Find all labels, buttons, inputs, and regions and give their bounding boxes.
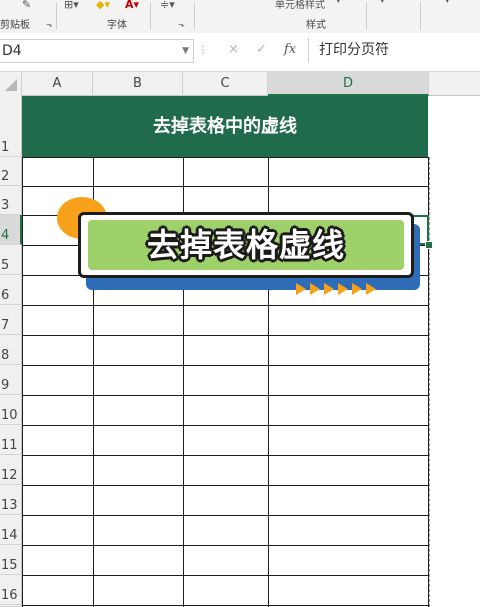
chevron-down-icon[interactable]: ▾ (380, 0, 385, 6)
row-header-3[interactable]: 3 (0, 186, 22, 215)
row-header-7[interactable]: 7 (0, 305, 22, 335)
row-header-5[interactable]: 5 (0, 245, 22, 275)
group-label-clipboard: 剪贴板 (0, 20, 30, 31)
formula-bar: D4 ▼ ⋮ × ✓ fx 打印分页符 (0, 33, 480, 69)
check-icon[interactable]: ✓ (256, 42, 267, 57)
row-header-13[interactable]: 13 (0, 485, 22, 515)
chevron-down-icon[interactable]: ▾ (445, 0, 450, 6)
banner-title: 去掉表格虚线 (146, 226, 345, 264)
function-icon[interactable]: fx (284, 42, 296, 57)
banner-arrow-icon (338, 283, 348, 295)
title-cell[interactable]: 去掉表格中的虚线 (22, 96, 428, 157)
sheet-grid[interactable] (0, 96, 480, 607)
column-header-b[interactable]: B (93, 72, 183, 96)
ribbon-separator (150, 2, 151, 30)
banner-arrow-icon (296, 283, 306, 295)
column-header-c[interactable]: C (183, 72, 268, 96)
fill-color-icon[interactable]: ◆▾ (96, 0, 110, 11)
column-header-d[interactable]: D (268, 72, 429, 96)
ribbon-separator (56, 2, 57, 30)
select-all-icon (5, 79, 17, 91)
row-header-4[interactable]: 4 (0, 215, 22, 245)
chevron-down-icon[interactable]: ▾ (336, 0, 341, 6)
row-header-10[interactable]: 10 (0, 395, 22, 425)
format-painter-icon[interactable]: ✎ (22, 0, 31, 11)
group-label-font: 字体 (107, 20, 127, 31)
column-header-a[interactable]: A (22, 72, 93, 96)
row-header-1[interactable]: 1 (0, 96, 22, 157)
font-color-icon[interactable]: A▾ (125, 0, 139, 11)
banner-arrow-icon (310, 283, 320, 295)
ribbon: ✎ 剪贴板 ⬎ ⊞▾ ◆▾ A▾ ≑▾ 字体 ⬎ 单元格样式 ▾ 样式 ▾ ▾ (0, 0, 480, 34)
row-header-14[interactable]: 14 (0, 515, 22, 545)
name-box[interactable]: D4 ▼ (0, 39, 194, 63)
row-header-9[interactable]: 9 (0, 365, 22, 395)
fill-handle[interactable] (425, 241, 433, 249)
border-icon[interactable]: ⊞▾ (64, 0, 79, 11)
row-header-15[interactable]: 15 (0, 545, 22, 575)
formula-controls: × ✓ fx 打印分页符 (206, 38, 480, 63)
ribbon-separator (366, 2, 367, 30)
row-header-2[interactable]: 2 (0, 157, 22, 186)
formula-input[interactable]: 打印分页符 (308, 38, 480, 62)
row-header-8[interactable]: 8 (0, 335, 22, 365)
banner-arrow-icon (324, 283, 334, 295)
ribbon-separator (420, 2, 421, 30)
banner-arrow-icon (352, 283, 362, 295)
clipboard-launcher-icon[interactable]: ⬎ (46, 20, 53, 29)
ribbon-separator (194, 2, 195, 30)
select-all-corner[interactable] (0, 72, 22, 96)
row-header-16[interactable]: 16 (0, 575, 22, 605)
cancel-icon[interactable]: × (228, 42, 239, 57)
chevron-down-icon[interactable]: ▼ (182, 46, 189, 56)
group-label-styles: 样式 (306, 20, 326, 31)
align-icon[interactable]: ≑▾ (160, 0, 175, 11)
row-header-6[interactable]: 6 (0, 275, 22, 305)
column-header-row: A B C D (0, 71, 480, 96)
banner-arrow-icon (366, 283, 376, 295)
name-box-value: D4 (2, 43, 22, 59)
row-header-12[interactable]: 12 (0, 455, 22, 485)
font-launcher-icon[interactable]: ⬎ (178, 20, 185, 29)
page-break-dashed-line (429, 157, 430, 607)
cell-styles-button[interactable]: 单元格样式 (275, 0, 325, 11)
row-header-11[interactable]: 11 (0, 425, 22, 455)
